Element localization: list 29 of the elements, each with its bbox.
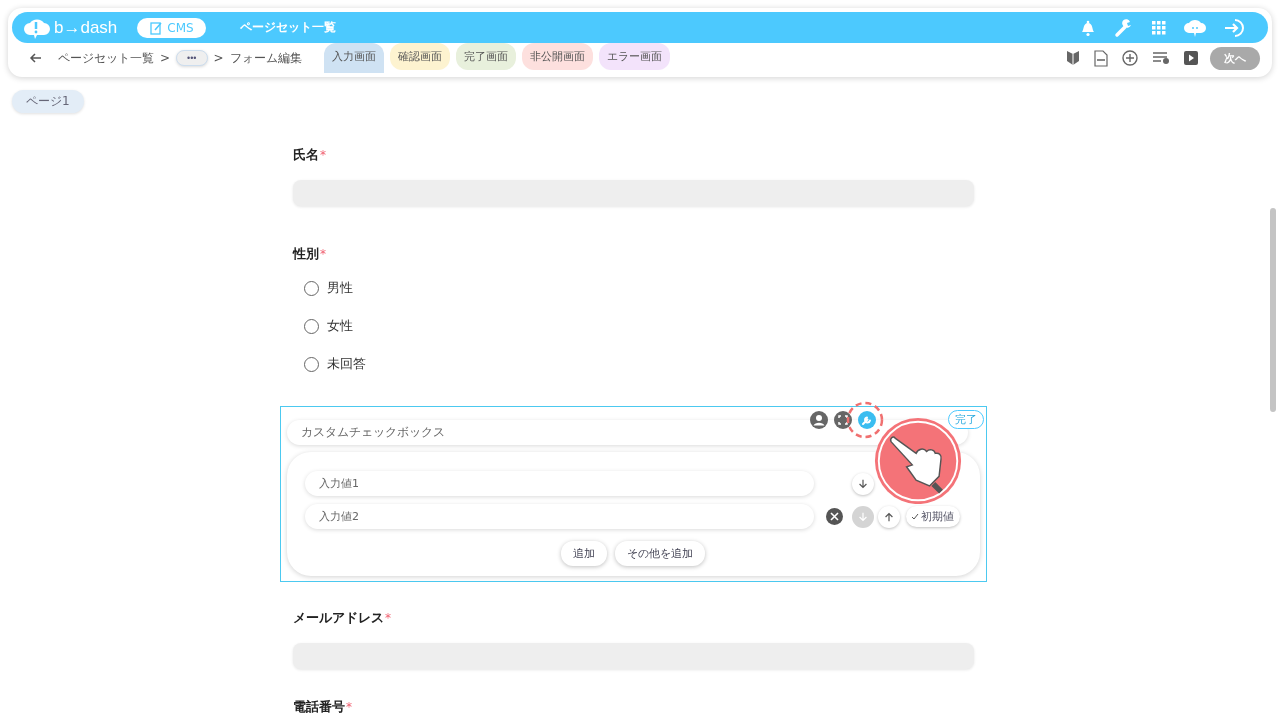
required-mark: * bbox=[320, 246, 326, 262]
required-mark: * bbox=[320, 147, 326, 163]
logo-text: b→dash bbox=[54, 17, 118, 38]
option-value-field[interactable]: 入力値2 bbox=[305, 504, 814, 529]
header-title: ページセット一覧 bbox=[239, 19, 336, 36]
default-value-button[interactable]: 初期値 bbox=[906, 506, 960, 527]
more-button[interactable]: ••• bbox=[176, 50, 208, 66]
field-label: メールアドレス bbox=[293, 610, 384, 626]
page-chip[interactable]: ページ1 bbox=[12, 90, 84, 113]
breadcrumb-link[interactable]: ページセット一覧 bbox=[58, 49, 154, 67]
add-button[interactable]: 追加 bbox=[560, 541, 607, 566]
screen-tab[interactable]: エラー画面 bbox=[598, 43, 670, 70]
option-value-field[interactable]: 入力値1 bbox=[305, 471, 814, 496]
screen-tab[interactable]: 確認画面 bbox=[389, 43, 450, 70]
radio-label: 男性 bbox=[327, 279, 353, 297]
screen-tab[interactable]: 非公開画面 bbox=[521, 43, 593, 70]
screen-tab[interactable]: 完了画面 bbox=[455, 43, 516, 70]
screen-tab[interactable]: 入力画面 bbox=[323, 43, 384, 73]
radio-label: 女性 bbox=[327, 317, 353, 335]
breadcrumb-separator: > bbox=[213, 51, 224, 65]
breadcrumb-current: フォーム編集 bbox=[229, 49, 302, 67]
field-label: 電話番号 bbox=[293, 699, 345, 715]
field-label: 氏名 bbox=[293, 147, 319, 163]
breadcrumb-separator: > bbox=[160, 51, 171, 65]
add-button[interactable]: その他を追加 bbox=[614, 541, 705, 566]
field-label: 性別 bbox=[293, 246, 319, 262]
required-mark: * bbox=[385, 610, 391, 626]
required-mark: * bbox=[346, 699, 352, 715]
radio-label: 未回答 bbox=[327, 355, 366, 373]
